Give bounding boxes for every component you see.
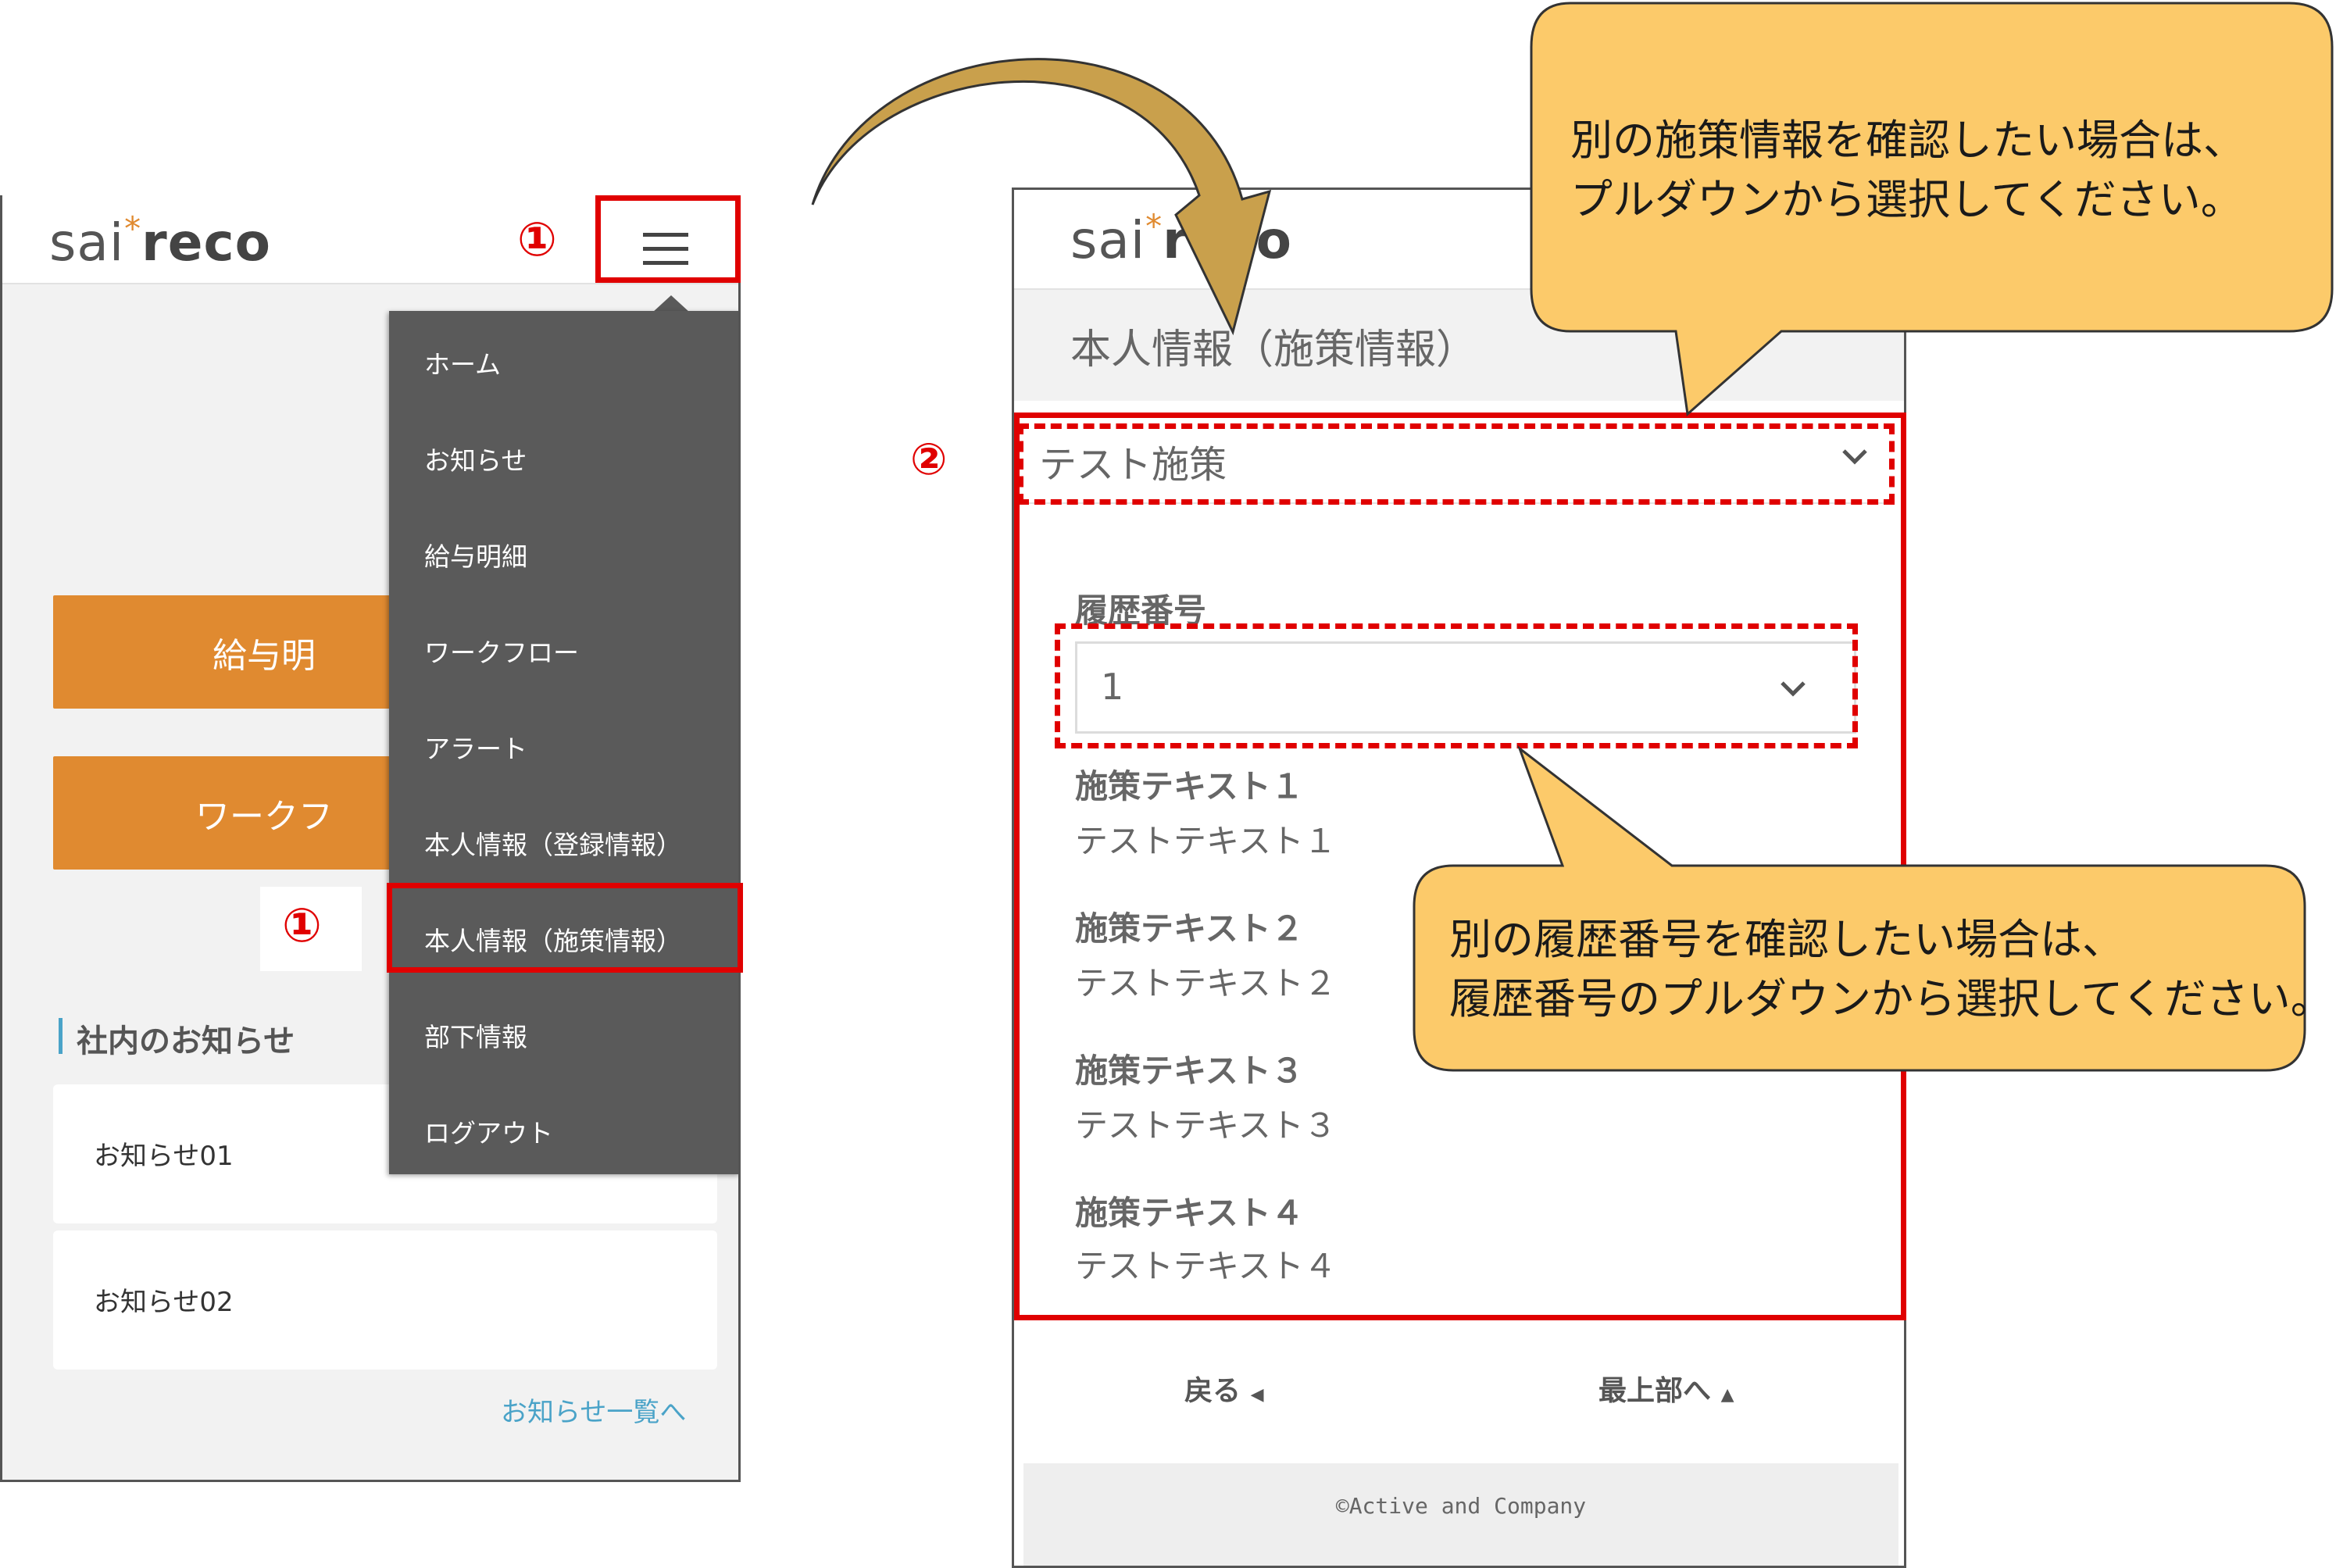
callout-bottom-line: 別の履歴番号を確認したい場合は、 xyxy=(1449,915,2124,964)
callout-bottom-line: 履歴番号のプルダウンから選択してください。 xyxy=(1449,974,2333,1023)
callout-bottom-text: 別の履歴番号を確認したい場合は、 履歴番号のプルダウンから選択してください。 xyxy=(1449,910,2333,1029)
callout-bottom-shape xyxy=(1413,745,2306,1072)
